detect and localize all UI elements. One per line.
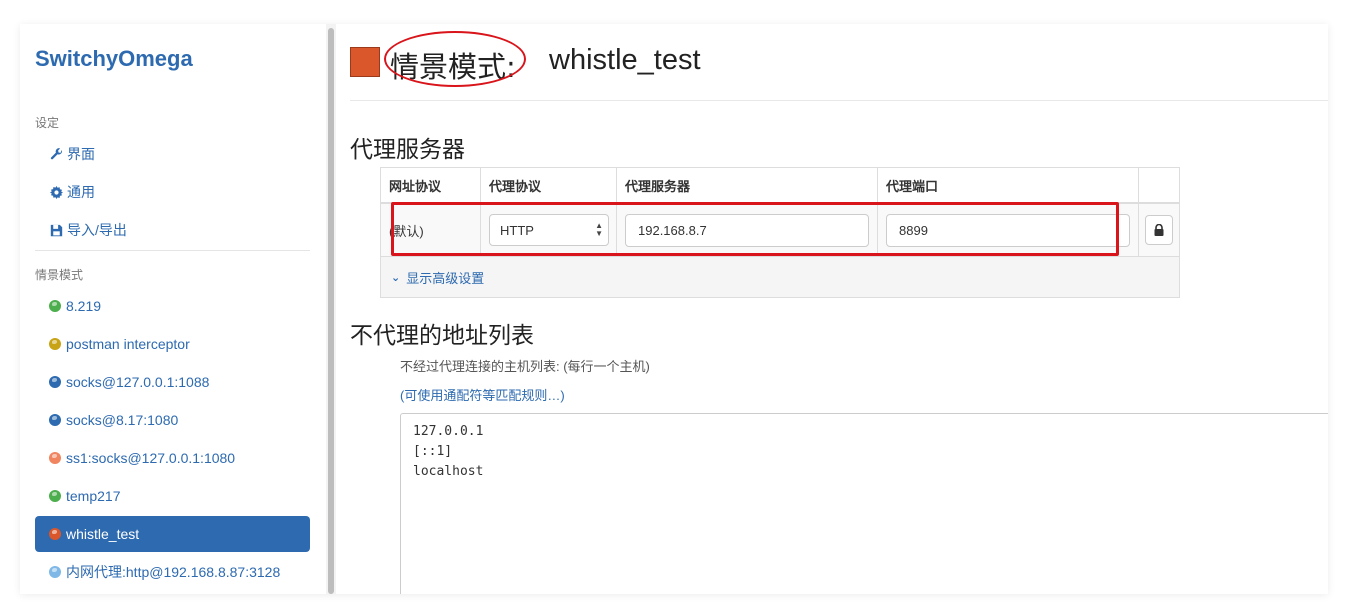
column-header-protocol: 代理协议 [481, 168, 617, 204]
sidebar-profile-socks-local-1088[interactable]: socks@127.0.0.1:1088 [35, 364, 310, 400]
sidebar-profile-temp217[interactable]: temp217 [35, 478, 310, 514]
column-header-scheme: 网址协议 [381, 168, 481, 204]
show-advanced-label: 显示高级设置 [406, 270, 485, 286]
globe-icon [49, 414, 61, 426]
globe-icon [49, 490, 61, 502]
profile-editor: 情景模式: whistle_test 代理服务器 网址协议 代理协议 代理服务器… [350, 24, 1328, 594]
page-title: whistle_test [549, 44, 701, 76]
sidebar-item-label: 8.219 [66, 298, 102, 314]
sidebar-item-general[interactable]: 通用 [35, 174, 310, 210]
sidebar-item-interface[interactable]: 界面 [35, 136, 310, 172]
sidebar-item-label: 界面 [67, 146, 95, 162]
column-header-empty [1139, 168, 1179, 204]
proxy-servers-heading: 代理服务器 [350, 137, 465, 163]
wrench-icon [49, 147, 63, 161]
gear-icon [49, 185, 63, 199]
globe-icon [49, 452, 61, 464]
sidebar-item-label: socks@8.17:1080 [66, 412, 179, 428]
sidebar-profile-8-219[interactable]: 8.219 [35, 288, 310, 324]
annotation-ellipse [384, 31, 526, 87]
sidebar-profile-socks-8-17[interactable]: socks@8.17:1080 [35, 402, 310, 438]
app-brand[interactable]: SwitchyOmega [35, 46, 193, 72]
lock-icon [1154, 224, 1164, 236]
sidebar-item-label: 通用 [67, 184, 95, 200]
sidebar-scrollbar[interactable] [328, 28, 334, 594]
sidebar-item-label: postman interceptor [66, 336, 190, 352]
sidebar-item-label: 导入/导出 [67, 222, 127, 238]
sidebar-item-label: whistle_test [66, 526, 140, 542]
table-header-row: 网址协议 代理协议 代理服务器 代理端口 [381, 168, 1179, 204]
options-window: SwitchyOmega 设定 界面 通用 导入/导出 情景模式 8.219 p… [20, 24, 1328, 594]
auth-lock-button[interactable] [1145, 215, 1173, 245]
globe-icon [49, 300, 61, 312]
bypass-list-description: 不经过代理连接的主机列表: (每行一个主机) [400, 359, 650, 374]
sidebar: SwitchyOmega 设定 界面 通用 导入/导出 情景模式 8.219 p… [20, 24, 325, 594]
bypass-list-textarea[interactable]: 127.0.0.1 [::1] localhost [400, 413, 1328, 594]
wildcard-rules-link[interactable]: (可使用通配符等匹配规则…) [400, 385, 565, 404]
auth-cell [1139, 204, 1179, 257]
sidebar-item-label: socks@127.0.0.1:1088 [66, 374, 210, 390]
bypass-list-heading: 不代理的地址列表 [350, 323, 534, 349]
sidebar-profile-postman-interceptor[interactable]: postman interceptor [35, 326, 310, 362]
sidebar-item-label: 内网代理:http@192.168.8.87:3128 [66, 564, 281, 580]
sidebar-item-import-export[interactable]: 导入/导出 [35, 212, 310, 248]
profiles-header: 情景模式 [35, 268, 84, 282]
title-divider [350, 100, 1328, 101]
sidebar-profile-whistle-test[interactable]: whistle_test [35, 516, 310, 552]
profile-color-swatch[interactable] [350, 47, 380, 77]
column-header-server: 代理服务器 [617, 168, 878, 204]
globe-icon [49, 376, 61, 388]
globe-icon [49, 528, 61, 540]
annotation-rectangle [391, 202, 1119, 256]
sidebar-profile-intranet-proxy[interactable]: 内网代理:http@192.168.8.87:3128 [35, 554, 310, 590]
sidebar-profile-ss1[interactable]: ss1:socks@127.0.0.1:1080 [35, 440, 310, 476]
floppy-icon [49, 223, 63, 237]
chevron-down-icon: ⌄ [391, 271, 401, 284]
sidebar-divider [35, 250, 310, 251]
globe-icon [49, 566, 61, 578]
column-header-port: 代理端口 [878, 168, 1139, 204]
sidebar-item-label: ss1:socks@127.0.0.1:1080 [66, 450, 236, 466]
settings-header: 设定 [35, 116, 60, 130]
globe-icon [49, 338, 61, 350]
show-advanced-link[interactable]: ⌄ 显示高级设置 [381, 257, 1179, 297]
sidebar-item-label: temp217 [66, 488, 121, 504]
